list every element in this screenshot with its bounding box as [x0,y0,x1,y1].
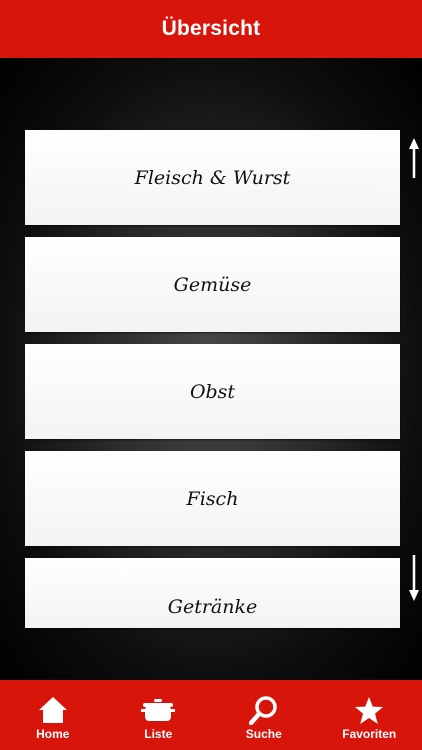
category-label: Getränke [167,596,258,618]
search-icon [248,695,279,725]
star-icon [354,695,384,725]
tab-liste[interactable]: Liste [106,680,211,750]
category-label: Fisch [186,487,239,510]
tab-label: Home [36,727,70,741]
category-label: Fleisch & Wurst [134,166,291,189]
tab-favoriten[interactable]: Favoriten [317,680,422,750]
tab-label: Favoriten [342,727,397,741]
category-item-obst[interactable]: Obst [25,344,400,439]
tab-suche[interactable]: Suche [211,680,316,750]
category-item-fisch[interactable]: Fisch [25,451,400,546]
category-label: Obst [189,380,236,403]
category-list-area[interactable]: Fleisch & Wurst Gemüse Obst Fisch Geträn… [0,58,422,680]
tab-bar: Home Liste Suche Favoriten [0,680,422,750]
category-item-gemuese[interactable]: Gemüse [25,237,400,332]
category-item-getraenke[interactable]: Getränke [25,558,400,628]
pot-icon [141,695,176,725]
tab-label: Liste [144,727,173,741]
category-label: Gemüse [173,273,252,296]
tab-label: Suche [245,727,282,741]
home-icon [38,695,68,725]
arrow-down-icon[interactable] [406,553,422,603]
app-header: Übersicht [0,0,422,58]
tab-home[interactable]: Home [0,680,105,750]
category-item-fleisch-wurst[interactable]: Fleisch & Wurst [25,130,400,225]
arrow-up-icon[interactable] [406,138,422,188]
page-title: Übersicht [161,17,261,40]
